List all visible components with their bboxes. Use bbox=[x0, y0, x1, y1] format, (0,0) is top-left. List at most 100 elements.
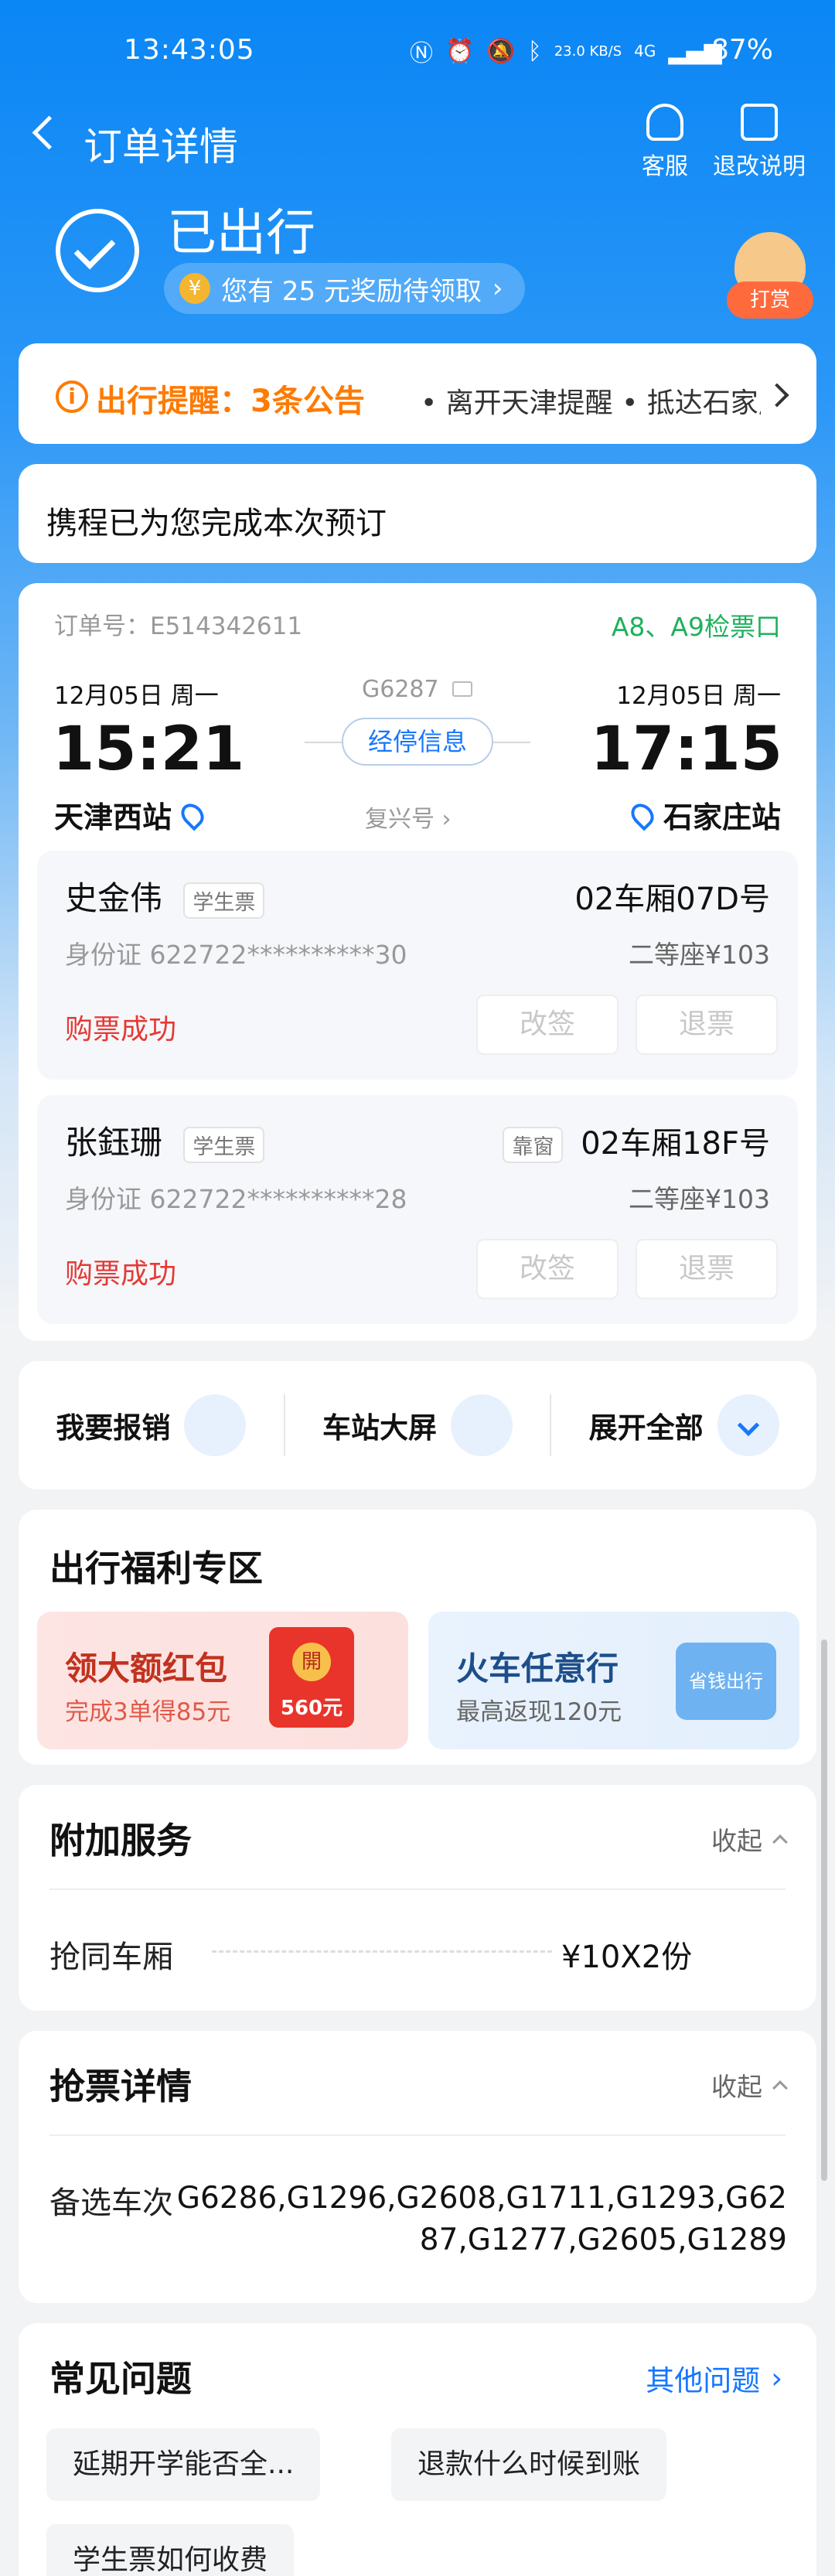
mute-icon: 🔕 bbox=[486, 37, 516, 65]
stops-info-button[interactable]: 经停信息 bbox=[342, 718, 493, 766]
arrive-date: 12月05日 周一 bbox=[616, 682, 781, 710]
seat-class-price: 二等座¥103 bbox=[629, 940, 770, 970]
promo-subtitle: 完成3单得85元 bbox=[65, 1698, 231, 1726]
expand-all-button[interactable]: 展开全部 bbox=[551, 1394, 816, 1456]
collapse-button[interactable]: 收起 bbox=[711, 1820, 788, 1858]
chevron-up-icon bbox=[772, 1834, 788, 1850]
backup-trains-list: G6286,G1296,G2608,G1711,G1293,G62 87,G12… bbox=[177, 2178, 787, 2261]
chevron-right-icon bbox=[765, 383, 789, 408]
screen-icon bbox=[451, 1394, 513, 1456]
location-pin-icon bbox=[626, 798, 659, 831]
addon-service-card: 附加服务 收起 抢同车厢 ¥10X2份 bbox=[19, 1785, 816, 2011]
train-number: G6287 bbox=[362, 676, 473, 703]
faq-chip[interactable]: 延期开学能否全... bbox=[46, 2428, 321, 2501]
customer-service-label: 客服 bbox=[642, 153, 688, 180]
collapse-button[interactable]: 收起 bbox=[711, 2066, 788, 2103]
collapse-label: 收起 bbox=[711, 2072, 762, 2102]
other-questions-label: 其他问题 bbox=[646, 2364, 761, 2397]
depart-time: 15:21 bbox=[53, 715, 245, 784]
train-promo[interactable]: 火车任意行 最高返现120元 省钱出行 bbox=[428, 1612, 799, 1749]
seat-class-price: 二等座¥103 bbox=[629, 1184, 770, 1214]
ticket-gate: A8、A9检票口 bbox=[611, 612, 781, 642]
booking-note-card: 携程已为您完成本次预订 bbox=[19, 464, 816, 563]
depart-station[interactable]: 天津西站 bbox=[54, 793, 209, 836]
station-screen-button[interactable]: 车站大屏 bbox=[285, 1394, 550, 1456]
passenger-card: 张鈺珊 学生票 靠窗 02车厢18F号 身份证 622722**********… bbox=[37, 1095, 798, 1324]
passenger-name-row: 史金伟 学生票 bbox=[65, 872, 265, 920]
chevron-right-icon: › bbox=[771, 2361, 782, 2395]
reminder-label: 出行提醒：3条公告 bbox=[96, 384, 365, 419]
passenger-name-row: 张鈺珊 学生票 bbox=[65, 1117, 265, 1164]
grab-ticket-card: 抢票详情 收起 备选车次 G6286,G1296,G2608,G1711,G12… bbox=[19, 2031, 816, 2303]
tip-button[interactable]: 打赏 bbox=[727, 232, 813, 323]
location-pin-icon bbox=[176, 798, 209, 831]
promo-title: 火车任意行 bbox=[456, 1650, 619, 1687]
arrive-station[interactable]: 石家庄站 bbox=[626, 793, 781, 836]
reimburse-button[interactable]: 我要报销 bbox=[19, 1394, 284, 1456]
depart-date: 12月05日 周一 bbox=[54, 682, 219, 710]
addon-item-label: 抢同车厢 bbox=[49, 1940, 173, 1975]
travel-reminder-card[interactable]: i 出行提醒：3条公告 • 离开天津提醒 • 抵达石家庄提醒 bbox=[19, 343, 816, 444]
other-questions-link[interactable]: 其他问题 › bbox=[646, 2357, 782, 2399]
refund-explain-button[interactable]: 退改说明 bbox=[713, 104, 806, 181]
tip-label: 打赏 bbox=[727, 281, 813, 319]
window-seat-tag: 靠窗 bbox=[503, 1127, 564, 1163]
calendar-icon bbox=[741, 104, 778, 141]
passenger-name: 张鈺珊 bbox=[65, 1124, 163, 1162]
back-button[interactable] bbox=[28, 116, 62, 150]
nfc-icon: Ⓝ bbox=[410, 40, 433, 67]
scrollbar[interactable] bbox=[821, 1639, 827, 2181]
change-ticket-button[interactable]: 改签 bbox=[476, 1239, 619, 1299]
ticket-type-tag: 学生票 bbox=[183, 1127, 265, 1163]
promo-subtitle: 最高返现120元 bbox=[456, 1698, 622, 1726]
passenger-card: 史金伟 学生票 02车厢07D号 身份证 622722**********30 … bbox=[37, 851, 798, 1080]
faq-chip[interactable]: 退款什么时候到账 bbox=[391, 2428, 667, 2501]
headset-icon bbox=[646, 104, 683, 141]
reward-pill[interactable]: ¥ 您有 25 元奖励待领取 › bbox=[164, 263, 525, 314]
dashed-leader bbox=[212, 1950, 552, 1953]
ticket-status: 购票成功 bbox=[65, 1014, 177, 1046]
train-type[interactable]: 复兴号 › bbox=[365, 800, 452, 834]
bluetooth-icon: ᛒ bbox=[527, 37, 542, 65]
addon-item-value: ¥10X2份 bbox=[561, 1940, 693, 1975]
backup-trains-label: 备选车次 bbox=[49, 2185, 173, 2221]
chevron-up-icon bbox=[772, 2080, 788, 2096]
check-circle-icon bbox=[56, 209, 139, 292]
expand-label: 展开全部 bbox=[588, 1411, 704, 1445]
ticket-status: 购票成功 bbox=[65, 1258, 177, 1290]
id-card-icon bbox=[452, 681, 473, 697]
divider bbox=[49, 1888, 786, 1890]
network-speed: 23.0 KB/S bbox=[554, 43, 622, 60]
train-number-text: G6287 bbox=[362, 676, 439, 703]
amount-badge: 560元 bbox=[280, 1697, 343, 1720]
seat-number: 02车厢07D号 bbox=[574, 882, 770, 917]
train-type-label: 复兴号 bbox=[365, 806, 435, 833]
customer-service-button[interactable]: 客服 bbox=[642, 104, 688, 181]
seat-number-row: 靠窗 02车厢18F号 bbox=[503, 1118, 770, 1163]
ticket-type-tag: 学生票 bbox=[183, 882, 265, 919]
page-title: 订单详情 bbox=[84, 125, 238, 169]
refund-ticket-button[interactable]: 退票 bbox=[636, 1239, 778, 1299]
refund-ticket-button[interactable]: 退票 bbox=[636, 995, 778, 1055]
section-title: 附加服务 bbox=[49, 1820, 192, 1861]
alarm-icon: ⏰ bbox=[445, 37, 475, 65]
reminder-items: • 离开天津提醒 • 抵达石家庄提醒 bbox=[421, 387, 761, 419]
depart-station-name: 天津西站 bbox=[54, 800, 172, 834]
arrive-station-name: 石家庄站 bbox=[663, 800, 781, 834]
passenger-id: 身份证 622722**********30 bbox=[65, 940, 407, 970]
booking-note: 携程已为您完成本次预订 bbox=[46, 506, 387, 541]
section-title: 常见问题 bbox=[49, 2358, 192, 2400]
battery-level: 87% bbox=[711, 34, 774, 66]
backup-trains-line: G6286,G1296,G2608,G1711,G1293,G62 bbox=[176, 2181, 787, 2216]
backup-trains-line: 87,G1277,G2605,G1289 bbox=[419, 2223, 787, 2257]
divider bbox=[49, 2134, 786, 2136]
refund-explain-label: 退改说明 bbox=[713, 153, 806, 180]
faq-card: 常见问题 其他问题 › 延期开学能否全... 退款什么时候到账 学生票如何收费 bbox=[19, 2323, 816, 2576]
passenger-name: 史金伟 bbox=[65, 879, 163, 917]
open-badge: 開 bbox=[292, 1643, 331, 1681]
faq-chip[interactable]: 学生票如何收费 bbox=[46, 2524, 295, 2576]
promo-title: 领大额红包 bbox=[65, 1650, 228, 1687]
red-packet-promo[interactable]: 领大额红包 完成3单得85元 開 560元 bbox=[37, 1612, 408, 1749]
change-ticket-button[interactable]: 改签 bbox=[476, 995, 619, 1055]
station-screen-label: 车站大屏 bbox=[322, 1411, 437, 1445]
